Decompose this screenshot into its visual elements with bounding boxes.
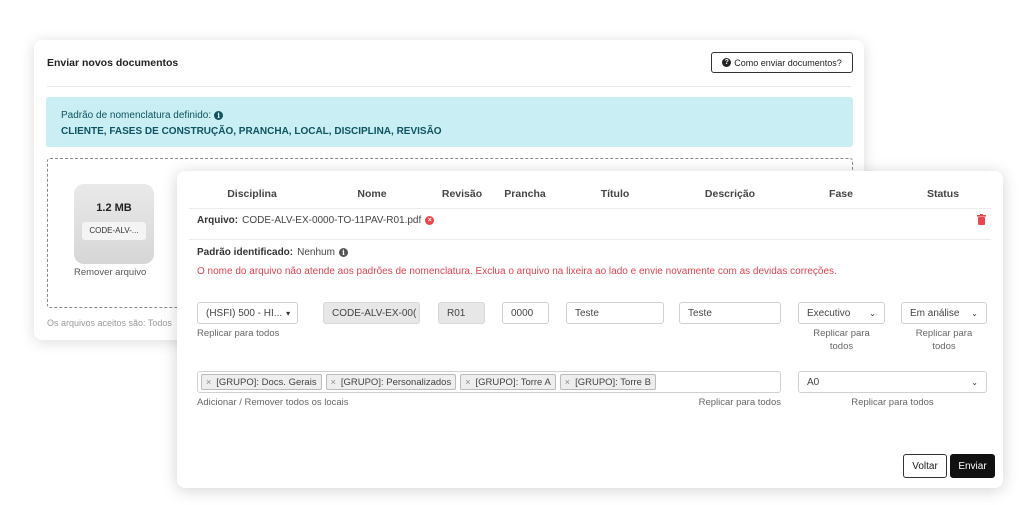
size-select[interactable]: A0 ⌄	[798, 371, 987, 393]
divider	[47, 86, 851, 87]
how-to-send-button[interactable]: ? Como enviar documentos?	[711, 52, 853, 73]
header-revisao: Revisão	[441, 188, 483, 200]
size-replicate-link[interactable]: Replicar para todos	[798, 396, 987, 409]
accepted-files-text: Os arquivos aceitos são: Todos	[47, 318, 172, 328]
prancha-input[interactable]: 0000	[502, 302, 549, 324]
add-remove-all-locais-link[interactable]: Adicionar / Remover todos os locais	[197, 396, 349, 409]
chevron-down-icon: ⌄	[869, 308, 876, 318]
header-status: Status	[926, 188, 960, 200]
fase-replicate-line1: Replicar para	[813, 328, 870, 339]
tag-remove-icon[interactable]: ×	[565, 377, 570, 387]
tag-remove-icon[interactable]: ×	[331, 377, 336, 387]
file-row: Arquivo: CODE-ALV-EX-0000-TO-11PAV-R01.p…	[197, 215, 435, 226]
fase-select[interactable]: Executivo ⌄	[798, 302, 885, 324]
fase-replicate-line2: todos	[829, 341, 854, 352]
naming-pattern: CLIENTE, FASES DE CONSTRUÇÃO, PRANCHA, L…	[61, 126, 442, 137]
chevron-down-icon: ⌄	[971, 308, 978, 318]
status-select[interactable]: Em análise ⌄	[901, 302, 987, 324]
header-disciplina: Disciplina	[227, 188, 277, 200]
local-tag-label: [GRUPO]: Torre A	[475, 376, 551, 388]
naming-label: Padrão de nomenclatura definido: i	[61, 110, 224, 121]
status-replicate-line1: Replicar para	[915, 328, 973, 339]
disciplina-value: (HSFI) 500 - HI...	[206, 307, 283, 319]
header-titulo: Título	[600, 188, 630, 200]
file-preview: 1.2 MB CODE-ALV-...	[74, 184, 154, 264]
question-circle-icon: ?	[722, 58, 732, 67]
header-fase: Fase	[829, 188, 853, 200]
pattern-label: Padrão identificado:	[197, 247, 294, 258]
row-divider	[189, 239, 991, 240]
header-descricao: Descrição	[704, 188, 756, 200]
locais-replicate-link[interactable]: Replicar para todos	[681, 396, 781, 409]
local-tag-label: [GRUPO]: Docs. Gerais	[216, 376, 317, 388]
status-replicate-link[interactable]: Replicar para todos	[901, 327, 987, 353]
locais-multiselect[interactable]: × [GRUPO]: Docs. Gerais × [GRUPO]: Persona…	[197, 371, 781, 393]
send-button[interactable]: Enviar	[950, 454, 995, 478]
fase-value: Executivo	[807, 307, 851, 319]
local-tag[interactable]: × [GRUPO]: Torre B	[559, 374, 656, 390]
local-tag[interactable]: × [GRUPO]: Personalizados	[325, 374, 457, 390]
local-tag[interactable]: × [GRUPO]: Torre A	[460, 374, 556, 390]
x-circle-icon: ×	[425, 216, 435, 225]
tag-remove-icon[interactable]: ×	[465, 377, 470, 387]
info-circle-icon[interactable]: i	[338, 248, 348, 257]
file-size: 1.2 MB	[96, 202, 132, 214]
trash-icon[interactable]	[977, 214, 986, 225]
info-circle-icon[interactable]: i	[214, 111, 224, 120]
local-tag-label: [GRUPO]: Personalizados	[340, 376, 452, 388]
fase-replicate-link[interactable]: Replicar para todos	[798, 327, 885, 353]
back-button[interactable]: Voltar	[903, 454, 947, 478]
naming-label-text: Padrão de nomenclatura definido:	[61, 110, 212, 121]
file-preview-name: CODE-ALV-...	[82, 222, 146, 240]
status-value: Em análise	[910, 307, 960, 319]
header-nome: Nome	[357, 188, 387, 200]
header-prancha: Prancha	[504, 188, 546, 200]
identified-pattern: Padrão identificado: Nenhum i	[197, 247, 348, 258]
size-value: A0	[807, 376, 820, 388]
caret-down-icon: ▾	[286, 308, 291, 318]
how-to-send-label: Como enviar documentos?	[734, 57, 842, 68]
nome-field: CODE-ALV-EX-00(	[323, 302, 420, 324]
revisao-field: R01	[438, 302, 485, 324]
panel-title: Enviar novos documentos	[47, 57, 179, 69]
remove-file-link[interactable]: Remover arquivo	[74, 267, 146, 278]
pattern-value: Nenhum	[297, 247, 335, 258]
file-name: CODE-ALV-EX-0000-TO-11PAV-R01.pdf	[242, 215, 422, 226]
disciplina-replicate-link[interactable]: Replicar para todos	[197, 327, 279, 340]
titulo-input[interactable]: Teste	[566, 302, 664, 324]
status-replicate-line2: todos	[932, 341, 956, 352]
local-tag-label: [GRUPO]: Torre B	[575, 376, 651, 388]
file-metadata-modal: Disciplina Nome Revisão Prancha Título D…	[177, 171, 1003, 488]
tag-remove-icon[interactable]: ×	[206, 377, 211, 387]
naming-info-alert: Padrão de nomenclatura definido: i CLIEN…	[46, 97, 853, 147]
file-label: Arquivo:	[197, 215, 239, 226]
naming-error-message: O nome do arquivo não atende aos padrões…	[197, 266, 837, 277]
local-tag[interactable]: × [GRUPO]: Docs. Gerais	[201, 374, 322, 390]
disciplina-select[interactable]: (HSFI) 500 - HI... ▾	[197, 302, 298, 324]
chevron-down-icon: ⌄	[971, 377, 978, 387]
descricao-input[interactable]: Teste	[679, 302, 781, 324]
row-divider	[189, 208, 991, 209]
